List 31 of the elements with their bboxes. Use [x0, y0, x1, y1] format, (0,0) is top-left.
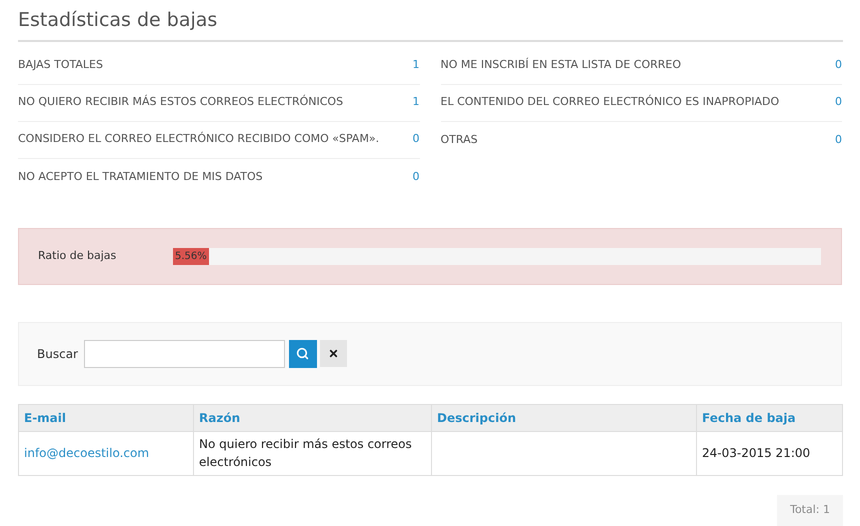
- stat-label: NO ACEPTO EL TRATAMIENTO DE MIS DATOS: [18, 168, 263, 185]
- clear-button[interactable]: [320, 340, 347, 367]
- stat-label: EL CONTENIDO DEL CORREO ELECTRÓNICO ES INAPROPIADO: [440, 94, 780, 110]
- stat-label: OTRAS: [440, 132, 478, 148]
- table-cell: No quiero recibir más estos correos electrónicos: [194, 431, 432, 475]
- search-label: Buscar: [37, 346, 78, 362]
- column-header: Descripción: [432, 404, 696, 431]
- search-field[interactable]: [84, 340, 285, 368]
- column-header: Razón: [194, 404, 432, 431]
- page-title: Estadísticas de bajas: [18, 6, 843, 42]
- stat-value: 1: [412, 57, 420, 74]
- stat-value: 0: [835, 132, 842, 148]
- stat-label: BAJAS TOTALES: [18, 57, 103, 74]
- close-icon: [328, 348, 339, 359]
- stat-value: 0: [412, 168, 420, 185]
- stat-label: NO QUIERO RECIBIR MÁS ESTOS CORREOS ELECTRÓNICOS: [18, 94, 344, 110]
- stat-value: 0: [835, 94, 842, 110]
- ratio-reading: 5.56%: [174, 250, 207, 264]
- stat-value: 1: [412, 94, 420, 110]
- table-cell: 24-03-2015 21:00: [696, 431, 842, 475]
- ratio-label: Ratio de bajas: [38, 248, 118, 264]
- stat-label: NO ME INSCRIBÍ EN ESTA LISTA DE CORREO: [440, 57, 682, 74]
- stat-value: 0: [412, 131, 420, 148]
- stat-value: 0: [835, 57, 842, 74]
- column-header: Fecha de baja: [696, 404, 842, 431]
- total-count: Total: 1: [777, 494, 843, 526]
- stat-label: CONSIDERO EL CORREO ELECTRÓNICO RECIBIDO COMO «SPAM».: [18, 131, 380, 148]
- table-cell: info@decoestilo.com: [18, 431, 194, 475]
- search-icon: [296, 347, 310, 360]
- search-button[interactable]: [288, 340, 317, 368]
- column-header: E-mail: [18, 404, 194, 431]
